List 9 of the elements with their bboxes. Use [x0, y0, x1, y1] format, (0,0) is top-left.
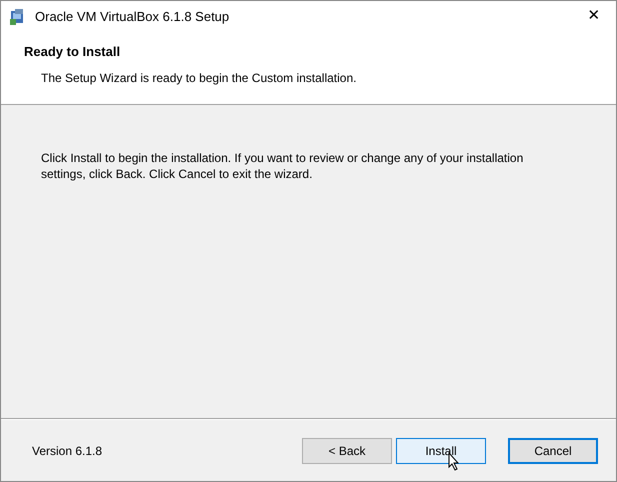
- step-title: Ready to Install: [24, 43, 122, 61]
- window-title: Oracle VM VirtualBox 6.1.8 Setup: [35, 8, 230, 26]
- version-label: Version 6.1.8: [32, 442, 102, 460]
- wizard-button[interactable]: Install: [396, 438, 486, 464]
- wizard-button[interactable]: Cancel: [508, 438, 598, 464]
- close-button[interactable]: ✕: [572, 1, 616, 32]
- instructions-text: Click Install to begin the installation. If you want to review or change any of your installation settings, click Back. Click Cancel to exit the wizard.: [41, 150, 524, 182]
- step-subtitle: The Setup Wizard is ready to begin the Custom installation.: [41, 70, 358, 86]
- wizard-button[interactable]: < Back: [302, 438, 392, 464]
